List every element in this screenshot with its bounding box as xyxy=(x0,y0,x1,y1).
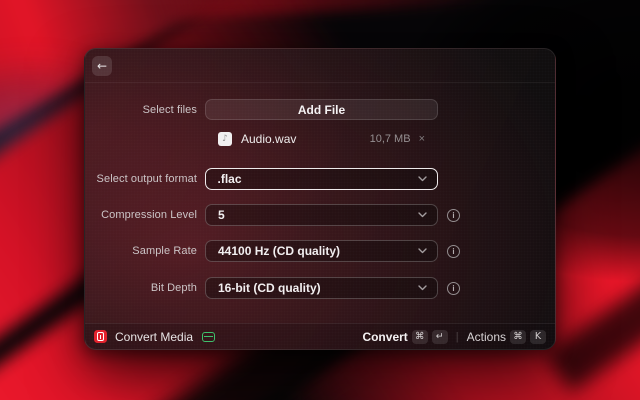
chevron-down-icon xyxy=(418,212,427,218)
bit-depth-dropdown[interactable]: 16-bit (CD quality) xyxy=(205,277,438,299)
extension-name: Convert Media xyxy=(115,329,194,344)
output-format-dropdown[interactable]: .flac xyxy=(205,168,438,190)
bit-depth-row: Bit Depth 16-bit (CD quality) i xyxy=(85,277,555,299)
info-icon[interactable]: i xyxy=(447,244,460,258)
enter-key-badge: ↵ xyxy=(431,329,448,344)
convert-media-window: ← Select files Add File ♪ Audio.wav 10,7… xyxy=(84,48,556,350)
compression-level-dropdown[interactable]: 5 xyxy=(205,204,438,226)
footer-separator: | xyxy=(455,330,459,343)
dropdown-value: 5 xyxy=(218,208,225,222)
bit-depth-label: Bit Depth xyxy=(150,282,197,294)
sample-rate-dropdown[interactable]: 44100 Hz (CD quality) xyxy=(205,240,438,262)
chevron-down-icon xyxy=(418,285,427,291)
window-header: ← xyxy=(85,49,555,83)
dropdown-value: 16-bit (CD quality) xyxy=(218,281,321,295)
footer-bar: Convert Media Convert ⌘ ↵ | Actions ⌘ K xyxy=(85,323,555,349)
file-size: 10,7 MB xyxy=(369,133,411,145)
output-format-row: Select output format .flac xyxy=(85,168,555,190)
back-button[interactable]: ← xyxy=(92,56,112,76)
compression-level-row: Compression Level 5 i xyxy=(85,204,555,226)
dropdown-value: 44100 Hz (CD quality) xyxy=(218,244,341,258)
select-files-label: Select files xyxy=(142,103,197,116)
info-icon[interactable]: i xyxy=(447,281,460,295)
actions-label: Actions xyxy=(466,329,506,344)
compression-level-label: Compression Level xyxy=(101,209,197,221)
chevron-down-icon xyxy=(418,248,427,254)
remove-file-icon[interactable]: × xyxy=(419,133,425,145)
file-name: Audio.wav xyxy=(241,132,297,146)
k-key-badge: K xyxy=(530,329,546,344)
file-item[interactable]: ♪ Audio.wav 10,7 MB × xyxy=(205,132,438,146)
add-file-button[interactable]: Add File xyxy=(205,99,438,120)
cmd-key-badge: ⌘ xyxy=(411,329,428,344)
info-icon[interactable]: i xyxy=(447,208,460,222)
media-glyph-icon xyxy=(97,332,104,341)
cmd-key-badge: ⌘ xyxy=(510,329,526,344)
output-format-label: Select output format xyxy=(96,173,197,185)
drive-status-icon xyxy=(202,331,216,342)
file-item-row: ♪ Audio.wav 10,7 MB × xyxy=(85,131,555,147)
dropdown-value: .flac xyxy=(217,172,242,186)
select-files-row: Select files Add File xyxy=(85,99,555,120)
chevron-down-icon xyxy=(418,176,427,182)
audio-file-icon: ♪ xyxy=(218,132,232,146)
sample-rate-row: Sample Rate 44100 Hz (CD quality) i xyxy=(85,240,555,262)
convert-action-label: Convert xyxy=(362,329,408,344)
actions-menu-button[interactable]: Actions ⌘ K xyxy=(466,329,546,344)
convert-action-button[interactable]: Convert ⌘ ↵ xyxy=(362,329,448,344)
sample-rate-label: Sample Rate xyxy=(132,245,197,257)
back-arrow-icon: ← xyxy=(96,59,108,73)
convert-media-extension-icon xyxy=(94,330,107,343)
desktop: ← Select files Add File ♪ Audio.wav 10,7… xyxy=(0,0,640,400)
